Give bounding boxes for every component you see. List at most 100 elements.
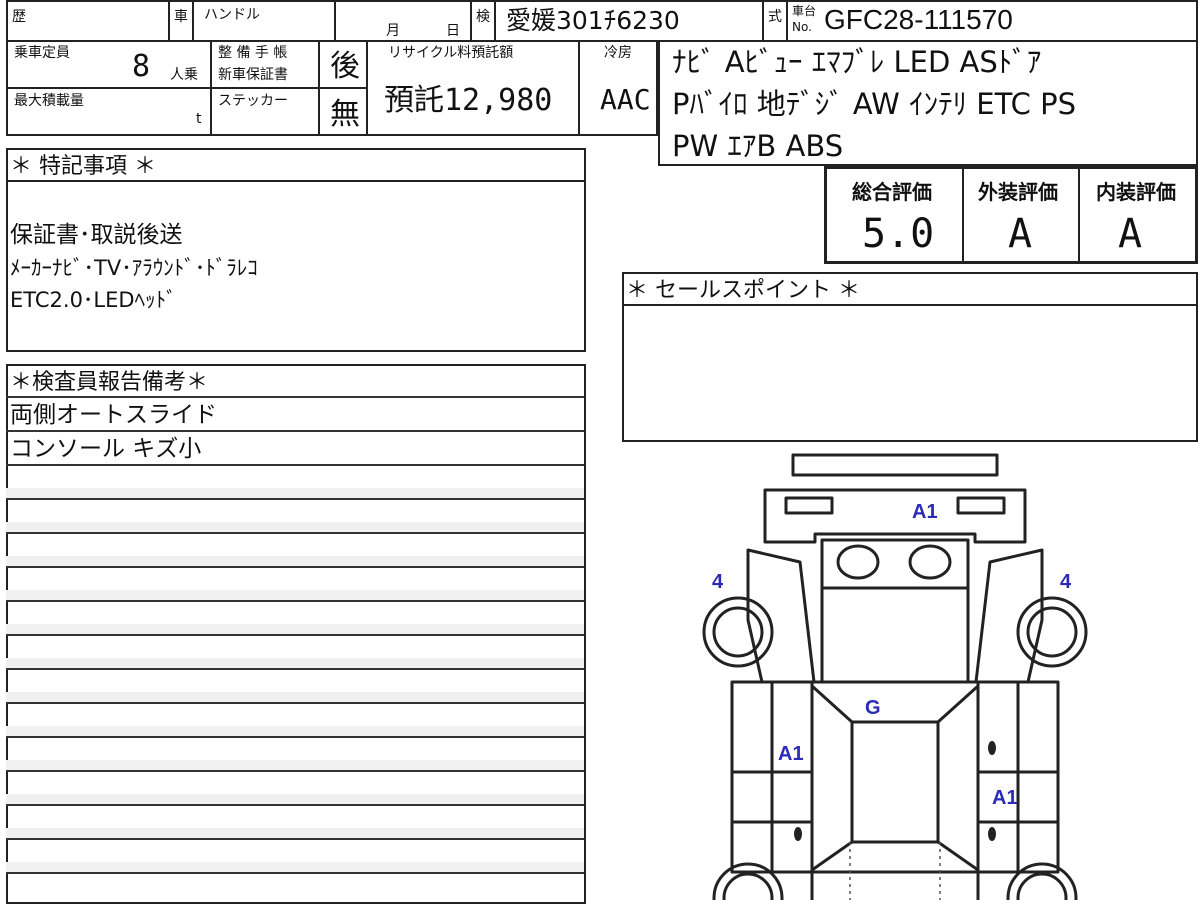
equipment-line-1: ﾅﾋﾞ Aﾋﾞｭｰ ｴﾏﾌﾞﾚ LED ASﾄﾞｱ [672,45,1042,79]
overall-score-label: 総合評価 [852,180,932,204]
warranty-label: 新車保証書 [218,67,288,83]
ruled-line-shade [6,522,584,532]
windshield [820,538,970,590]
interior-score-label: 内装評価 [1096,180,1176,204]
row2-divider-2 [318,40,320,136]
ruled-line [6,736,584,738]
interior-score-value: A [1118,211,1143,257]
sales-point-title-line [622,304,1198,306]
exterior-score-label: 外装評価 [978,180,1058,204]
right-fender [974,548,1044,684]
roof-diag-bl [811,840,853,872]
inspector-notes-title: ＊検査員報告備考＊ [10,370,209,395]
day-label: 日 [446,23,460,39]
ruled-line [6,872,584,874]
front-grille-right [956,496,1006,515]
special-note-line-3: ETC2.0･LEDﾍｯﾄﾞ [10,288,177,312]
header-divider-7 [786,0,788,42]
ruled-line [6,668,584,670]
header-divider-4 [470,0,472,42]
ruled-line [6,634,584,636]
ruled-line-shade [6,760,584,770]
front-right-wheel-inner [1026,606,1078,658]
maintenance-label: 整 備 手 帳 [218,45,288,61]
damage-mark-roof: G [865,697,881,719]
special-note-line-1: 保証書･取説後送 [10,222,183,248]
front-bumper [791,453,999,477]
ruled-line [6,702,584,704]
ruled-line [6,396,584,398]
special-notes-title-line [6,180,586,182]
scores-divider-2 [1078,166,1080,264]
car-label: 車 [174,9,188,25]
roof-diag-br [937,840,979,872]
ruled-line-shade [6,624,584,634]
chassis-value: GFC28-111570 [824,4,1013,35]
row2-mid-line [6,87,366,89]
ruled-line [6,464,584,466]
recycle-label: リサイクル料預託額 [388,45,514,61]
header-divider-2 [192,0,194,42]
ruled-line [6,566,584,568]
ruled-line [6,430,584,432]
rear-left-wheel-inner [722,872,774,900]
ac-label: 冷房 [604,45,632,61]
ruled-line [6,600,584,602]
capacity-value: 8 [132,49,151,84]
exterior-score-value: A [1008,211,1033,257]
ruled-line-shade [6,488,584,498]
vehicle-condition-diagram [702,453,1088,900]
ruled-line-shade [6,590,584,600]
row2-divider-4 [578,40,580,136]
max-load-unit: t [196,111,202,127]
roof-diag-tr [936,684,980,724]
ruled-line-shade [6,658,584,668]
sticker-label: ステッカー [218,93,288,109]
recycle-value: 預託12,980 [384,83,553,118]
ruled-line-shade [6,794,584,804]
ruled-line-shade [6,556,584,566]
chassis-label-no: No. [792,20,812,34]
header-divider-5 [494,0,496,42]
ruled-line-shade [6,828,584,838]
maintenance-value: 後 [330,49,360,84]
roof-diag-tl [810,684,854,724]
sticker-value: 無 [330,97,360,132]
special-notes-title: ＊ 特記事項 ＊ [10,154,156,179]
damage-mark-right-side: A1 [992,787,1018,809]
headlamp-right [908,544,952,580]
damage-mark-front: A1 [912,501,938,523]
door-handle-left-1 [794,827,802,841]
ruled-line [6,838,584,840]
inspector-note-line-1: 両側オートスライド [10,402,217,428]
damage-mark-left-side: A1 [778,743,804,765]
ruled-line-shade [6,862,584,872]
ruled-line [6,804,584,806]
rear-right-wheel-inner [1016,872,1068,900]
ruled-line [6,498,584,500]
ruled-line [6,770,584,772]
ruled-line [6,532,584,534]
type-label: 式 [768,9,782,25]
capacity-unit: 人乗 [170,67,198,83]
front-left-wheel-inner [712,606,764,658]
row2-divider-3 [366,40,368,136]
special-note-line-2: ﾒｰｶｰﾅﾋﾞ･TV･ｱﾗｳﾝﾄﾞ･ﾄﾞﾗﾚｺ [10,256,258,280]
scores-divider-1 [962,166,964,264]
row2-divider-1 [210,40,212,136]
month-label: 月 [386,23,400,39]
damage-mark-front-right-wheel: 4 [1060,571,1072,593]
inspection-value: 愛媛301ﾁ6230 [506,6,680,35]
cabin-outline [820,586,970,684]
header-divider-3 [334,0,336,42]
ruled-line-shade [6,726,584,736]
ac-value: AAC [600,83,651,116]
left-fender [746,548,816,684]
header-divider-1 [168,0,170,42]
door-handle-right-2 [988,827,996,841]
capacity-label: 乗車定員 [14,45,70,61]
left-body-side [730,680,774,874]
headlamp-left [836,544,880,580]
door-handle-right-1 [988,741,996,755]
damage-mark-front-left-wheel: 4 [712,571,724,593]
